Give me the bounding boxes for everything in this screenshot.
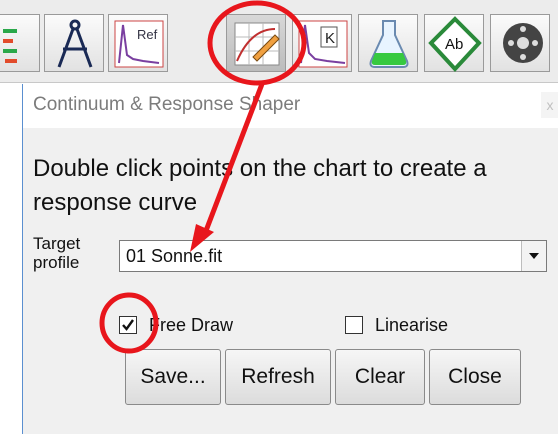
toolbar-button-compass[interactable] [44,14,104,72]
response-shaper-dialog: Continuum & Response Shaper x Double cli… [22,84,558,434]
checkmark-icon [122,319,134,331]
response-shaper-icon [234,22,280,66]
refresh-button[interactable]: Refresh [225,349,331,405]
target-profile-select[interactable]: 01 Sonne.fit [119,240,547,272]
compass-icon [57,19,93,68]
flask-icon [369,20,409,68]
toolbar-button-reference[interactable]: Ref [108,14,168,72]
toolbar-button-abbreviation[interactable]: Ab [424,14,484,72]
toolbar: Ref K Ab [0,0,558,83]
dropdown-arrow-icon[interactable] [521,241,546,271]
close-button[interactable]: Close [429,349,521,405]
k-label: K [325,30,335,47]
linearise-checkbox[interactable] [345,316,363,334]
linearise-label: Linearise [375,315,449,335]
toolbar-button-film-reel[interactable] [490,14,550,72]
toolbar-button-flask[interactable] [358,14,418,72]
title-close-button[interactable]: x [541,92,558,118]
clear-button[interactable]: Clear [335,349,425,405]
film-reel-icon [503,23,543,63]
reference-spectrum-icon: Ref [114,20,164,68]
abbreviation-icon: Ab [428,16,482,72]
toolbar-button-response-shaper[interactable] [226,14,286,72]
target-profile-label: Target profile [33,234,81,272]
title-bar: Continuum & Response Shaper x [23,84,558,128]
toolbar-button-list[interactable] [0,14,40,72]
free-draw-checkbox[interactable] [119,316,137,334]
toolbar-button-k[interactable]: K [292,14,352,72]
save-button[interactable]: Save... [125,349,221,405]
instructions-text: Double click points on the chart to crea… [33,155,487,216]
k-spectrum-icon: K [298,20,348,68]
target-profile-value: 01 Sonne.fit [126,246,223,266]
free-draw-label: Free Draw [149,315,234,335]
dialog-title: Continuum & Response Shaper [33,94,301,115]
reference-label: Ref [137,27,158,42]
list-settings-icon [3,29,17,63]
abbreviation-label: Ab [445,36,463,53]
